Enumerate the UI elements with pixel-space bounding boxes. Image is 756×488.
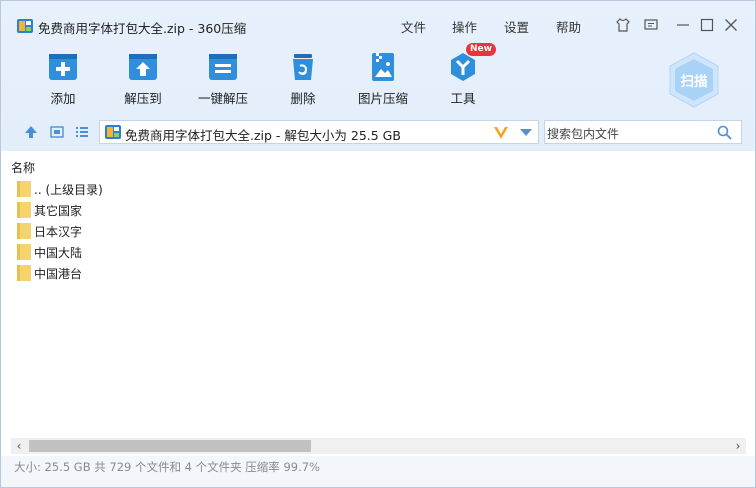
horizontal-scrollbar[interactable]: ‹ › xyxy=(11,438,746,454)
one-click-extract-icon xyxy=(209,54,237,80)
delete-button[interactable]: 删除 xyxy=(263,51,343,107)
extract-to-label: 解压到 xyxy=(124,91,162,106)
extract-to-button[interactable]: 解压到 xyxy=(103,51,183,107)
delete-label: 删除 xyxy=(290,91,316,106)
list-item-parent[interactable]: .. (上级目录) xyxy=(17,179,103,199)
new-badge: New xyxy=(466,43,496,56)
add-label: 添加 xyxy=(50,91,76,106)
tools-label: 工具 xyxy=(450,91,476,106)
thumbnail-view-icon[interactable] xyxy=(50,125,64,139)
address-bar[interactable]: 免费商用字体打包大全.zip - 解包大小为 25.5 GB xyxy=(99,120,539,144)
feedback-icon[interactable] xyxy=(641,15,661,35)
scan-label: 扫描 xyxy=(680,74,708,90)
list-item-label: .. (上级目录) xyxy=(34,182,103,197)
check-icon[interactable] xyxy=(493,125,509,141)
menu-operate[interactable]: 操作 xyxy=(452,17,477,36)
delete-icon xyxy=(293,54,313,80)
status-bar: 大小: 25.5 GB 共 729 个文件和 4 个文件夹 压缩率 99.7% xyxy=(1,456,755,487)
address-path: 免费商用字体打包大全.zip - 解包大小为 25.5 GB xyxy=(125,128,401,143)
window-title: 免费商用字体打包大全.zip - 360压缩 xyxy=(38,21,247,36)
menu-file[interactable]: 文件 xyxy=(401,17,426,36)
column-header-name[interactable]: 名称 xyxy=(11,159,35,176)
list-item[interactable]: 中国大陆 xyxy=(17,242,82,262)
search-input[interactable]: 搜索包内文件 xyxy=(544,120,742,144)
list-item[interactable]: 其它国家 xyxy=(17,200,82,220)
tools-button[interactable]: 工具 xyxy=(423,51,503,107)
list-view-icon[interactable] xyxy=(75,125,89,139)
folder-icon xyxy=(17,202,31,218)
folder-icon xyxy=(17,265,31,281)
scan-button[interactable]: 扫描 xyxy=(665,51,723,109)
folder-icon xyxy=(17,181,31,197)
scroll-right-icon[interactable]: › xyxy=(730,438,746,454)
search-placeholder: 搜索包内文件 xyxy=(547,127,620,141)
image-compress-label: 图片压缩 xyxy=(357,91,408,106)
maximize-icon[interactable] xyxy=(697,15,717,35)
up-arrow-icon[interactable] xyxy=(24,125,38,139)
folder-icon xyxy=(17,223,31,239)
scroll-left-icon[interactable]: ‹ xyxy=(11,438,27,454)
list-item-label: 中国大陆 xyxy=(34,245,83,260)
folder-icon xyxy=(17,244,31,260)
image-compress-button[interactable]: 图片压缩 xyxy=(343,51,423,107)
menu-help[interactable]: 帮助 xyxy=(556,17,581,36)
status-text: 大小: 25.5 GB 共 729 个文件和 4 个文件夹 压缩率 99.7% xyxy=(14,460,320,474)
extract-to-icon xyxy=(129,54,157,80)
scrollbar-thumb[interactable] xyxy=(29,440,311,452)
skin-icon[interactable] xyxy=(613,15,633,35)
app-logo-icon xyxy=(17,19,33,33)
add-button[interactable]: 添加 xyxy=(23,51,103,107)
one-click-extract-button[interactable]: 一键解压 xyxy=(183,51,263,107)
list-item[interactable]: 中国港台 xyxy=(17,263,82,283)
file-list: .. (上级目录) 其它国家 日本汉字 中国大陆 中国港台 xyxy=(11,177,746,435)
image-compress-icon xyxy=(372,53,394,81)
add-icon xyxy=(49,54,77,80)
one-click-extract-label: 一键解压 xyxy=(197,91,248,106)
title-bar: 免费商用字体打包大全.zip - 360压缩 文件 操作 设置 帮助 xyxy=(1,1,755,49)
list-item-label: 中国港台 xyxy=(34,266,83,281)
list-item-label: 日本汉字 xyxy=(34,224,83,239)
minimize-icon[interactable] xyxy=(673,15,693,35)
search-icon[interactable] xyxy=(717,125,732,140)
menu-settings[interactable]: 设置 xyxy=(504,17,529,36)
close-icon[interactable] xyxy=(721,15,741,35)
list-item[interactable]: 日本汉字 xyxy=(17,221,82,241)
chevron-down-icon[interactable] xyxy=(520,129,532,137)
app-window: 免费商用字体打包大全.zip - 360压缩 文件 操作 设置 帮助 添加 解压… xyxy=(0,0,756,488)
archive-icon xyxy=(105,125,121,139)
list-item-label: 其它国家 xyxy=(34,203,83,218)
